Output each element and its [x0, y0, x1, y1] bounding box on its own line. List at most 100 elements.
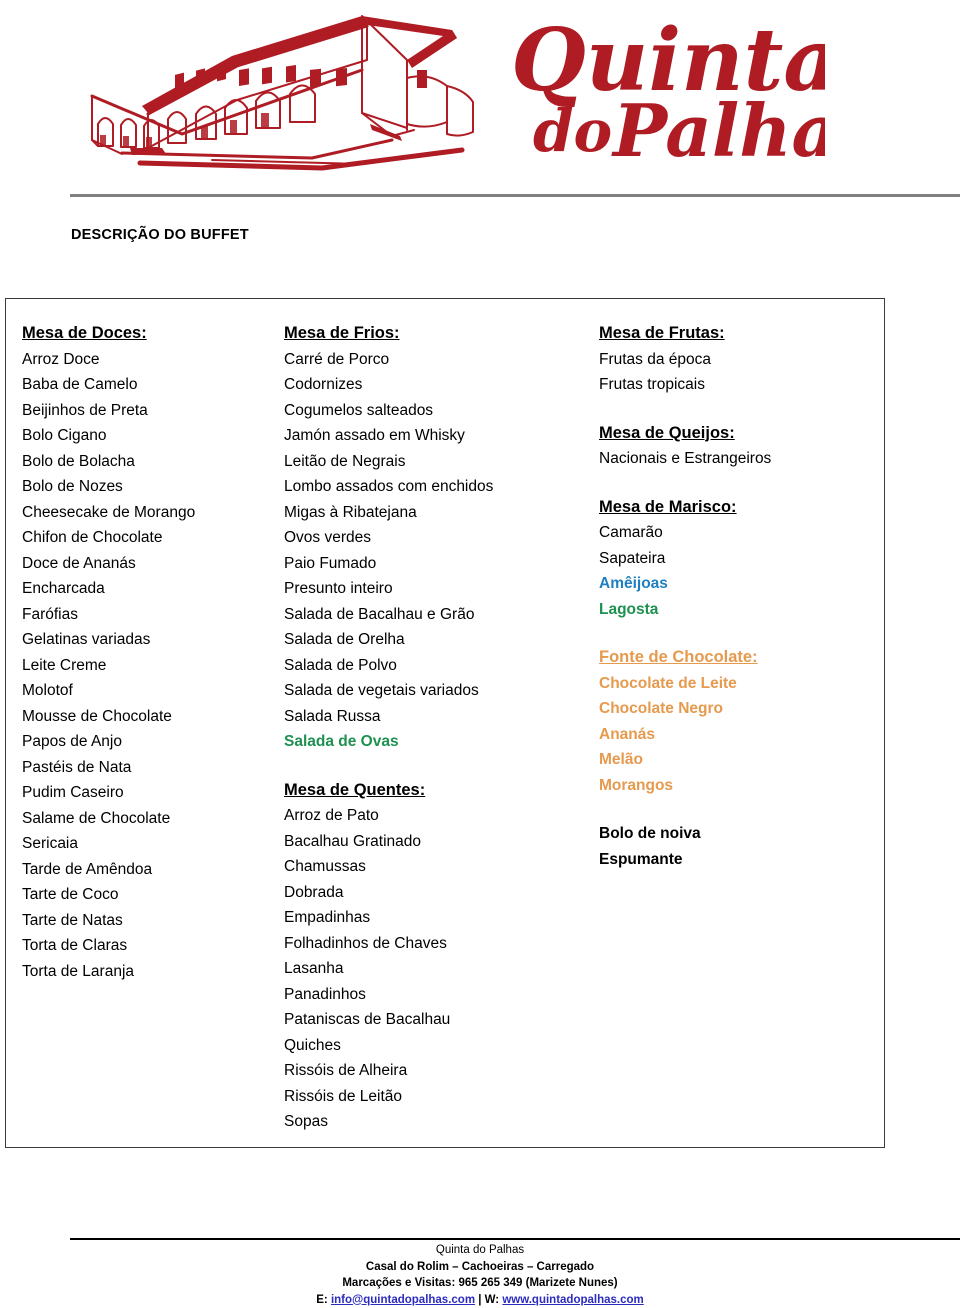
buffet-item: Presunto inteiro [284, 576, 584, 602]
quinta-building-line-drawing-icon [62, 8, 492, 173]
buffet-item: Beijinhos de Preta [22, 398, 280, 424]
buffet-item: Torta de Laranja [22, 959, 280, 985]
buffet-item: Bolo de noiva [599, 821, 874, 847]
buffet-item: Rissóis de Alheira [284, 1058, 584, 1084]
buffet-item: Molotof [22, 678, 280, 704]
buffet-item: Amêijoas [599, 571, 874, 597]
buffet-column-doces: Mesa de Doces:Arroz DoceBaba de CameloBe… [22, 321, 280, 984]
svg-text:Palhas: Palhas [611, 88, 825, 168]
footer-website-link[interactable]: www.quintadopalhas.com [502, 1294, 643, 1306]
buffet-item: Salada de vegetais variados [284, 678, 584, 704]
buffet-group: Mesa de Marisco:CamarãoSapateiraAmêijoas… [599, 495, 874, 623]
buffet-item: Ovos verdes [284, 525, 584, 551]
buffet-item: Espumante [599, 847, 874, 873]
buffet-group: Mesa de Doces:Arroz DoceBaba de CameloBe… [22, 321, 280, 984]
buffet-group-title: Mesa de Frios: [284, 321, 584, 347]
buffet-item: Folhadinhos de Chaves [284, 931, 584, 957]
buffet-group: Mesa de Frios:Carré de PorcoCodornizesCo… [284, 321, 584, 755]
buffet-column-frios: Mesa de Frios:Carré de PorcoCodornizesCo… [284, 321, 584, 1135]
buffet-item: Pataniscas de Bacalhau [284, 1007, 584, 1033]
quinta-do-palhas-wordmark: Quinta do Palhas [505, 8, 825, 168]
buffet-group: Bolo de noivaEspumante [599, 821, 874, 872]
buffet-item: Chifon de Chocolate [22, 525, 280, 551]
buffet-item: Morangos [599, 773, 874, 799]
buffet-item: Frutas tropicais [599, 372, 874, 398]
buffet-item: Leitão de Negrais [284, 449, 584, 475]
footer-links: E: info@quintadopalhas.com | W: www.quin… [0, 1292, 960, 1308]
buffet-item: Lagosta [599, 597, 874, 623]
header-divider [70, 194, 960, 197]
buffet-item: Rissóis de Leitão [284, 1084, 584, 1110]
buffet-item: Salada de Orelha [284, 627, 584, 653]
footer-email-label: E: [316, 1294, 331, 1306]
buffet-item: Salada Russa [284, 704, 584, 730]
buffet-item: Tarde de Amêndoa [22, 857, 280, 883]
buffet-item: Farófias [22, 602, 280, 628]
buffet-item: Quiches [284, 1033, 584, 1059]
buffet-item: Chocolate Negro [599, 696, 874, 722]
buffet-item: Ananás [599, 722, 874, 748]
buffet-item: Jamón assado em Whisky [284, 423, 584, 449]
buffet-item: Lasanha [284, 956, 584, 982]
svg-text:do: do [533, 97, 612, 165]
buffet-item: Leite Creme [22, 653, 280, 679]
buffet-item: Bolo de Bolacha [22, 449, 280, 475]
footer-email-link[interactable]: info@quintadopalhas.com [331, 1294, 475, 1306]
buffet-item: Bolo de Nozes [22, 474, 280, 500]
buffet-item: Arroz de Pato [284, 803, 584, 829]
footer-contact: Marcações e Visitas: 965 265 349 (Marize… [0, 1275, 960, 1292]
buffet-item: Panadinhos [284, 982, 584, 1008]
buffet-item: Cogumelos salteados [284, 398, 584, 424]
footer-divider [70, 1238, 960, 1240]
buffet-item: Migas à Ribatejana [284, 500, 584, 526]
buffet-item: Salame de Chocolate [22, 806, 280, 832]
buffet-item: Papos de Anjo [22, 729, 280, 755]
buffet-item: Mousse de Chocolate [22, 704, 280, 730]
buffet-item: Salada de Ovas [284, 729, 584, 755]
buffet-item: Frutas da época [599, 347, 874, 373]
buffet-item: Sericaia [22, 831, 280, 857]
buffet-column-frutas: Mesa de Frutas:Frutas da épocaFrutas tro… [599, 321, 874, 872]
buffet-item: Salada de Bacalhau e Grão [284, 602, 584, 628]
buffet-item: Paio Fumado [284, 551, 584, 577]
buffet-item: Bolo Cigano [22, 423, 280, 449]
buffet-item: Sopas [284, 1109, 584, 1135]
buffet-item: Bacalhau Gratinado [284, 829, 584, 855]
buffet-item: Camarão [599, 520, 874, 546]
buffet-description-box: Mesa de Doces:Arroz DoceBaba de CameloBe… [5, 298, 885, 1148]
buffet-group: Mesa de Quentes:Arroz de PatoBacalhau Gr… [284, 778, 584, 1135]
buffet-item: Torta de Claras [22, 933, 280, 959]
buffet-item: Doce de Ananás [22, 551, 280, 577]
buffet-item: Tarte de Natas [22, 908, 280, 934]
buffet-item: Arroz Doce [22, 347, 280, 373]
footer-company-name: Quinta do Palhas [0, 1242, 960, 1259]
buffet-item: Nacionais e Estrangeiros [599, 446, 874, 472]
buffet-item: Cheesecake de Morango [22, 500, 280, 526]
buffet-item: Gelatinas variadas [22, 627, 280, 653]
buffet-group: Fonte de Chocolate:Chocolate de LeiteCho… [599, 645, 874, 798]
page-header: Quinta do Palhas [0, 0, 960, 195]
buffet-group: Mesa de Frutas:Frutas da épocaFrutas tro… [599, 321, 874, 398]
buffet-item: Encharcada [22, 576, 280, 602]
buffet-group-title: Mesa de Quentes: [284, 778, 584, 804]
buffet-item: Carré de Porco [284, 347, 584, 373]
buffet-group-title: Mesa de Marisco: [599, 495, 874, 521]
buffet-group: Mesa de Queijos:Nacionais e Estrangeiros [599, 421, 874, 472]
buffet-group-title: Fonte de Chocolate: [599, 645, 874, 671]
buffet-item: Melão [599, 747, 874, 773]
buffet-group-title: Mesa de Queijos: [599, 421, 874, 447]
buffet-item: Codornizes [284, 372, 584, 398]
buffet-item: Empadinhas [284, 905, 584, 931]
buffet-item: Pudim Caseiro [22, 780, 280, 806]
buffet-item: Dobrada [284, 880, 584, 906]
buffet-item: Salada de Polvo [284, 653, 584, 679]
footer-link-separator: | W: [475, 1294, 502, 1306]
buffet-group-title: Mesa de Doces: [22, 321, 280, 347]
page-title: DESCRIÇÃO DO BUFFET [71, 227, 249, 243]
buffet-item: Chocolate de Leite [599, 671, 874, 697]
buffet-item: Pastéis de Nata [22, 755, 280, 781]
buffet-item: Sapateira [599, 546, 874, 572]
buffet-item: Lombo assados com enchidos [284, 474, 584, 500]
buffet-item: Chamussas [284, 854, 584, 880]
buffet-item: Baba de Camelo [22, 372, 280, 398]
